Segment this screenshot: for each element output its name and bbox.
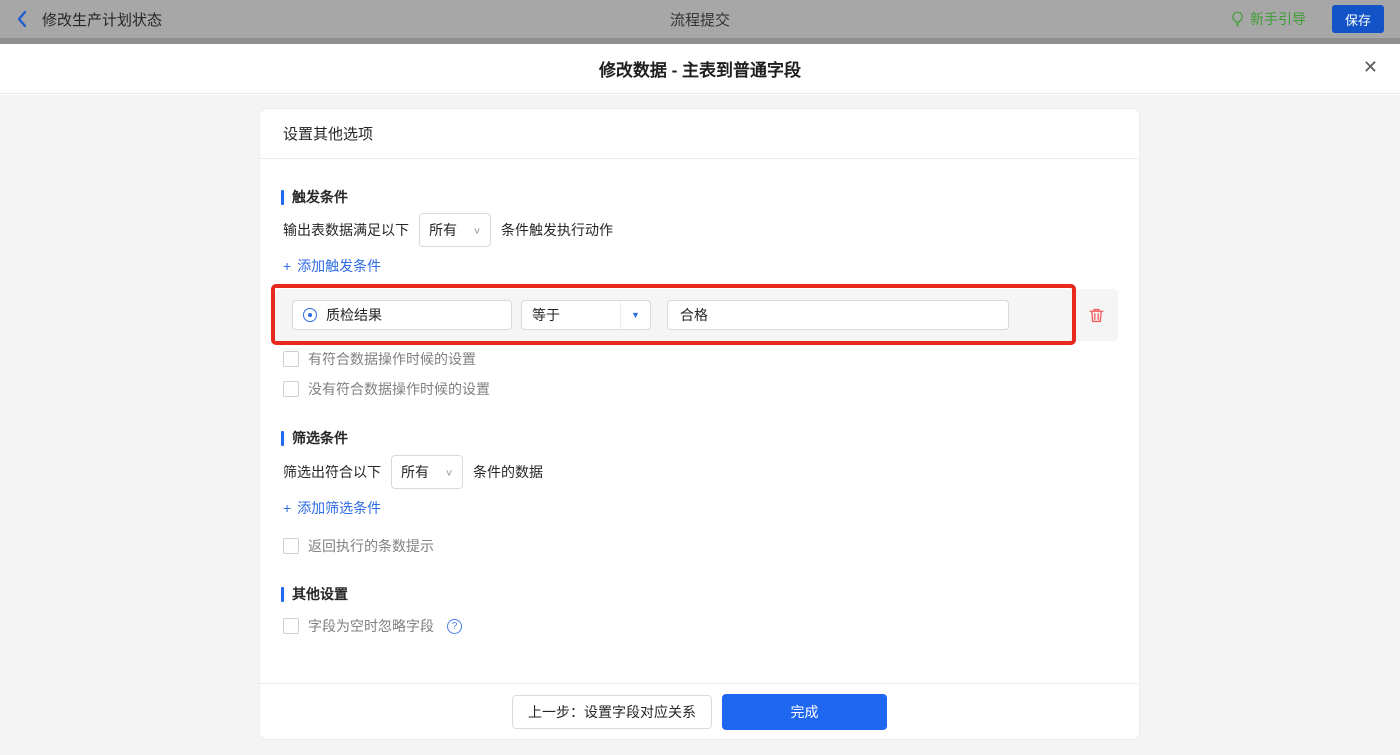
back-chevron-icon <box>17 10 27 28</box>
beginner-guide-link[interactable]: 新手引导 <box>1230 9 1306 29</box>
filter-sentence-prefix: 筛选出符合以下 <box>283 464 381 480</box>
dialog-header: 修改数据 - 主表到普通字段 ✕ <box>0 44 1400 94</box>
accent-bar <box>281 189 284 205</box>
page-title: 修改生产计划状态 <box>42 11 163 29</box>
beginner-guide-label: 新手引导 <box>1250 11 1306 27</box>
return-count-checkbox[interactable] <box>283 538 299 554</box>
return-count-label: 返回执行的条数提示 <box>308 538 434 554</box>
trigger-sentence-prefix: 输出表数据满足以下 <box>283 222 409 238</box>
save-button[interactable]: 保存 <box>1332 5 1384 33</box>
accent-bar <box>281 586 284 602</box>
trigger-match-row: 输出表数据满足以下 所有 ∨ 条件触发执行动作 <box>283 213 613 247</box>
filter-match-select-value: 所有 <box>401 464 429 480</box>
condition-field-select[interactable]: 质检结果 <box>292 300 512 330</box>
delete-condition-button[interactable] <box>1085 304 1107 326</box>
add-trigger-condition-link[interactable]: + 添加触发条件 <box>283 256 381 276</box>
condition-operator-select[interactable]: 等于 ▼ <box>521 300 651 330</box>
other-section-title: 其他设置 <box>281 584 348 604</box>
condition-field-value: 质检结果 <box>326 307 382 323</box>
condition-row: 质检结果 等于 ▼ 合格 <box>275 289 1118 341</box>
checkbox-row-return-count: 返回执行的条数提示 <box>283 536 434 556</box>
condition-value-input[interactable]: 合格 <box>667 300 1009 330</box>
plus-icon: + <box>283 258 292 274</box>
ignore-empty-checkbox[interactable] <box>283 618 299 634</box>
no-match-label: 没有符合数据操作时候的设置 <box>308 381 490 397</box>
filter-sentence-suffix: 条件的数据 <box>473 464 543 480</box>
dialog-title: 修改数据 - 主表到普通字段 <box>598 61 802 80</box>
chevron-down-icon: ∨ <box>472 225 481 236</box>
has-match-checkbox[interactable] <box>283 351 299 367</box>
checkbox-row-no-match: 没有符合数据操作时候的设置 <box>283 379 490 399</box>
ignore-empty-label: 字段为空时忽略字段 <box>308 618 434 634</box>
lightbulb-icon <box>1232 11 1243 27</box>
radio-field-icon <box>303 308 317 322</box>
accent-bar <box>281 430 284 446</box>
back-button[interactable] <box>16 9 28 29</box>
trash-icon <box>1088 308 1104 322</box>
filter-match-row: 筛选出符合以下 所有 ∨ 条件的数据 <box>283 455 543 489</box>
filter-section-title: 筛选条件 <box>281 428 348 448</box>
card-footer: 上一步：设置字段对应关系 完成 <box>260 683 1139 740</box>
trigger-section-title: 触发条件 <box>281 187 348 207</box>
flow-step-title: 流程提交 <box>669 11 730 29</box>
close-icon[interactable]: ✕ <box>1363 58 1378 76</box>
checkbox-row-has-match: 有符合数据操作时候的设置 <box>283 349 476 369</box>
condition-operator-value: 等于 <box>532 307 560 323</box>
plus-icon: + <box>283 500 292 516</box>
options-card: 设置其他选项 触发条件 输出表数据满足以下 所有 ∨ 条件触发执行动作 + 添加… <box>259 108 1140 740</box>
card-header-title: 设置其他选项 <box>260 109 1139 159</box>
caret-down-icon: ▼ <box>620 301 650 329</box>
checkbox-row-ignore-empty: 字段为空时忽略字段 ? <box>283 616 462 636</box>
prev-step-button[interactable]: 上一步：设置字段对应关系 <box>512 695 712 729</box>
no-match-checkbox[interactable] <box>283 381 299 397</box>
trigger-sentence-suffix: 条件触发执行动作 <box>501 222 613 238</box>
help-question-icon[interactable]: ? <box>447 618 462 634</box>
done-button[interactable]: 完成 <box>722 694 887 730</box>
has-match-label: 有符合数据操作时候的设置 <box>308 351 476 367</box>
topbar: 修改生产计划状态 流程提交 新手引导 保存 <box>0 0 1400 44</box>
trigger-match-select[interactable]: 所有 ∨ <box>419 213 491 247</box>
add-filter-condition-link[interactable]: + 添加筛选条件 <box>283 498 381 518</box>
chevron-down-icon: ∨ <box>444 467 453 478</box>
trigger-match-select-value: 所有 <box>429 222 457 238</box>
filter-match-select[interactable]: 所有 ∨ <box>391 455 463 489</box>
